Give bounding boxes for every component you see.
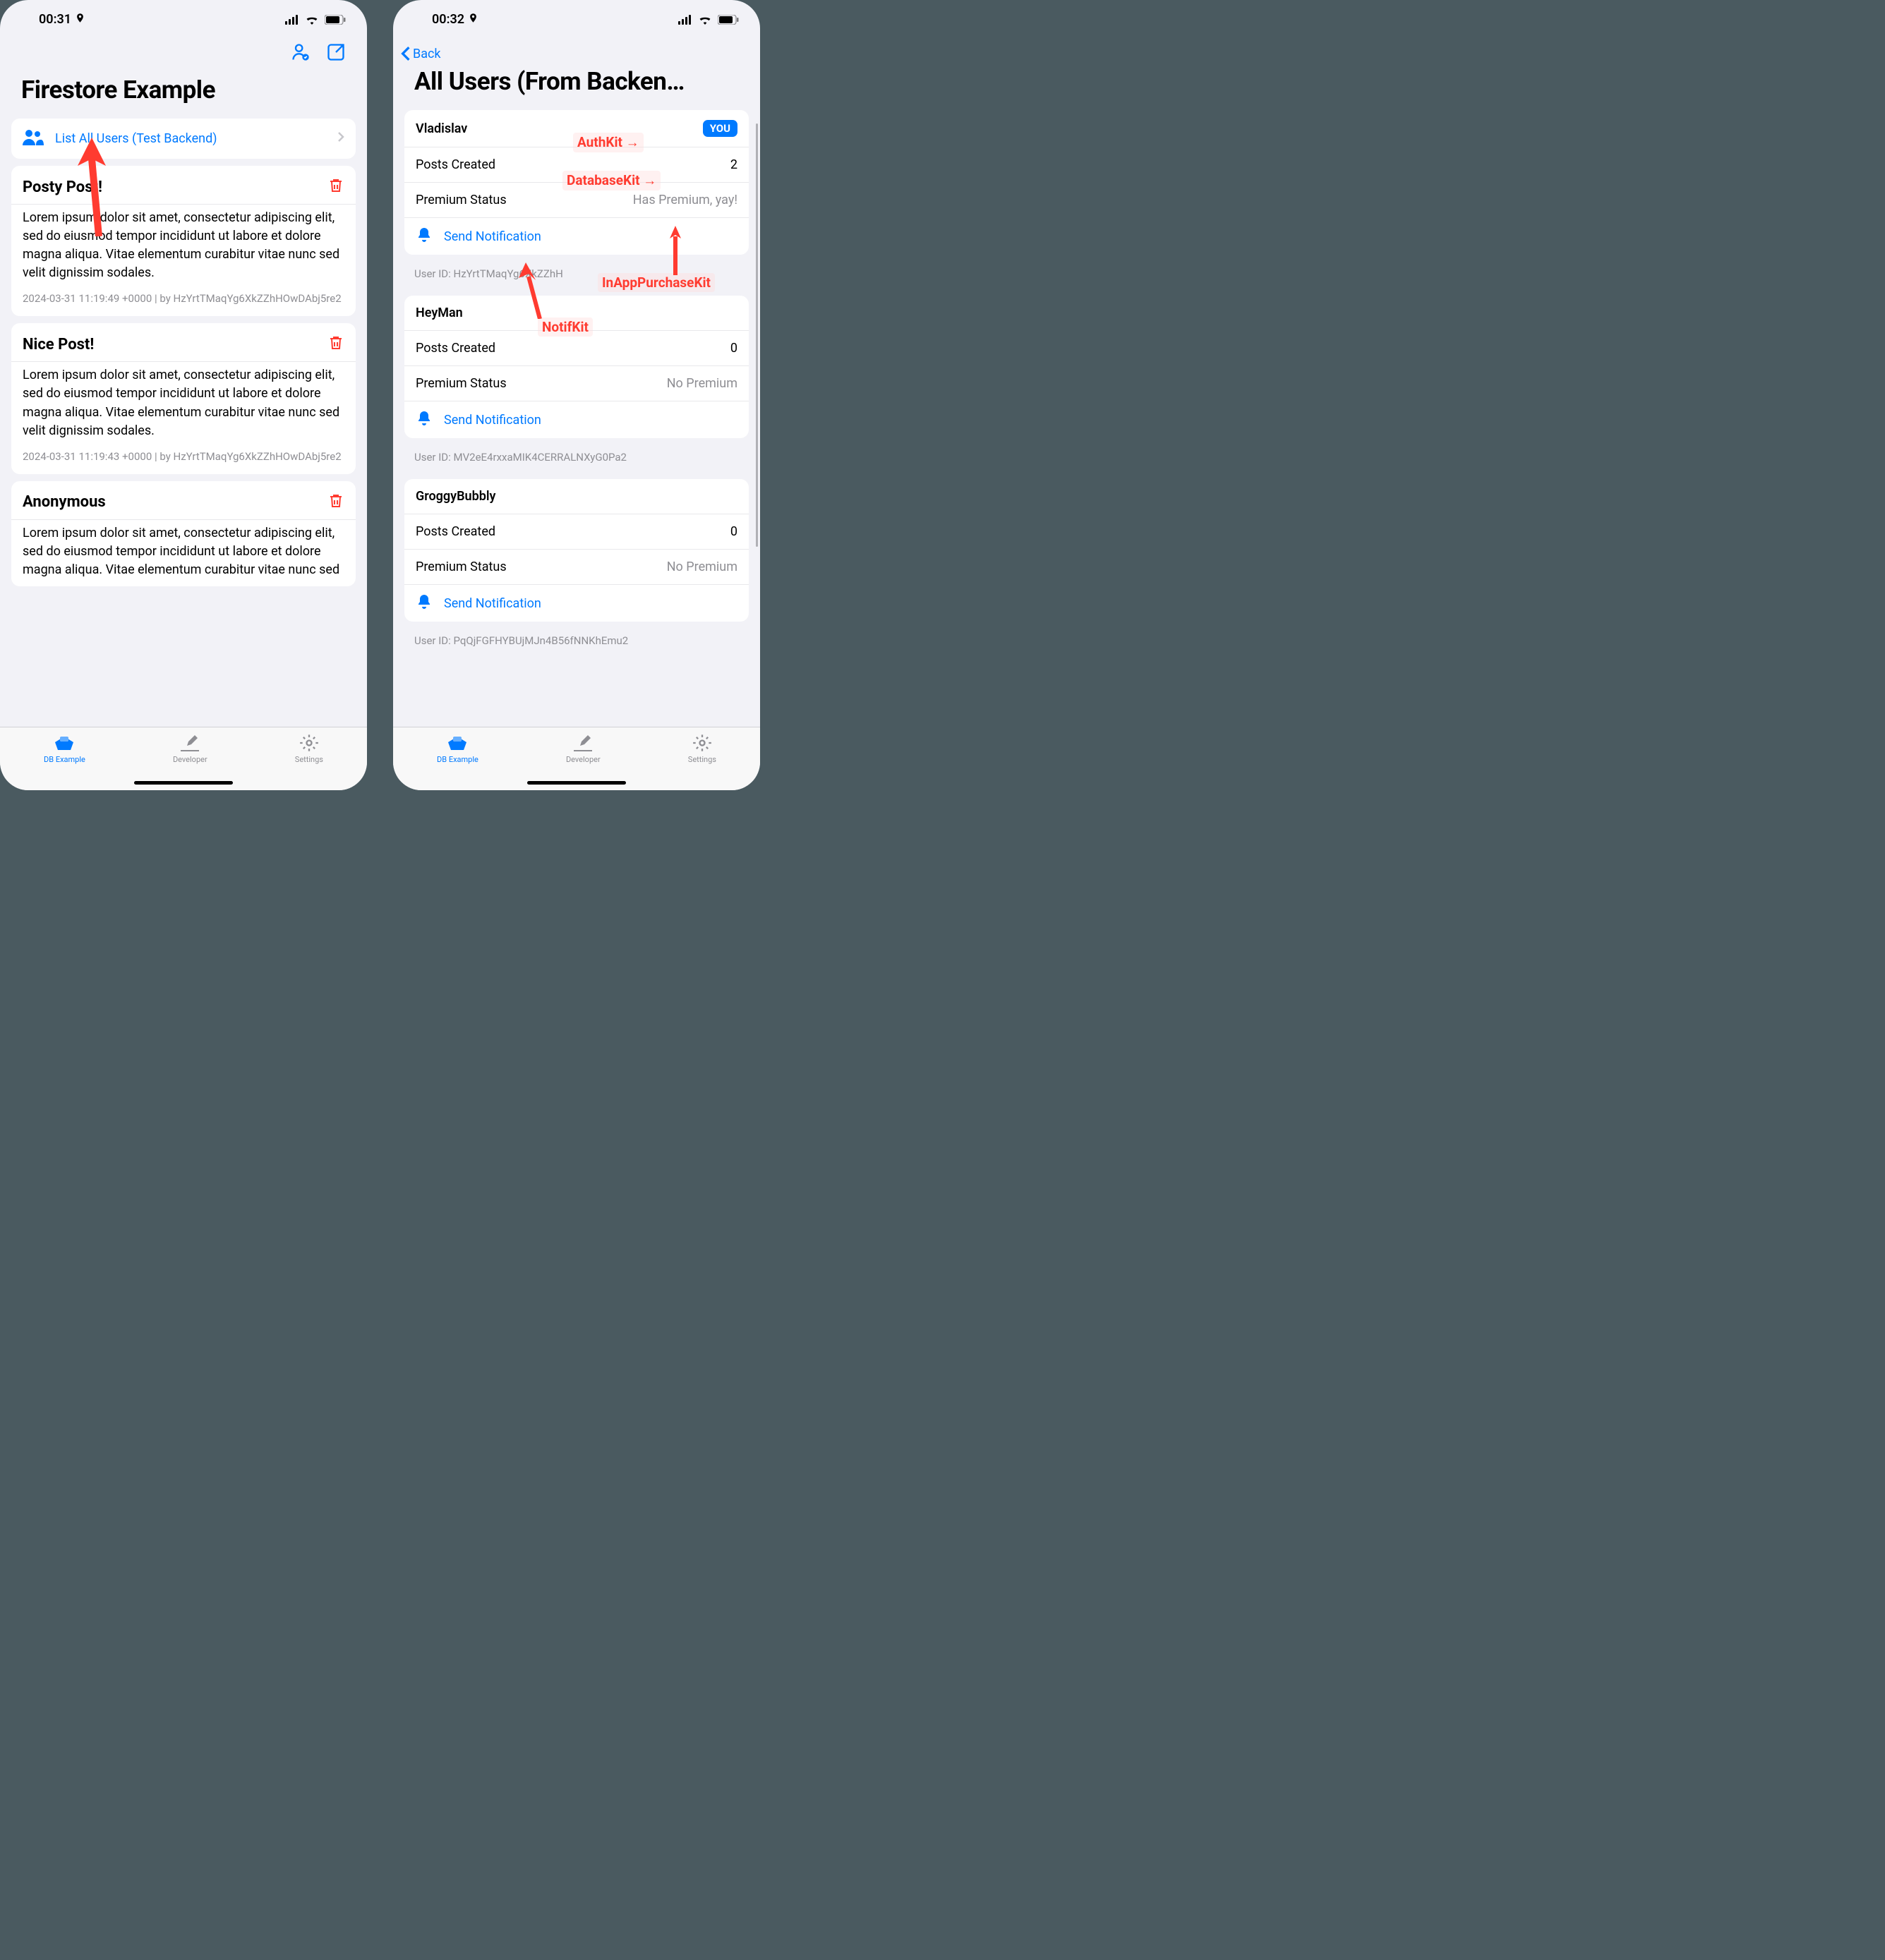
send-notification-row[interactable]: Send Notification — [404, 217, 749, 255]
status-bar: 00:32 — [393, 0, 760, 39]
send-notification-label: Send Notification — [444, 413, 541, 428]
bell-icon — [416, 593, 433, 613]
trash-icon[interactable] — [327, 492, 344, 512]
wifi-icon — [698, 15, 712, 25]
tab-db-example[interactable]: DB Example — [44, 733, 85, 790]
send-notification-row[interactable]: Send Notification — [404, 401, 749, 438]
wifi-icon — [305, 15, 319, 25]
status-time: 00:32 — [432, 12, 464, 27]
compose-icon[interactable] — [326, 42, 346, 65]
tab-label: Settings — [295, 755, 323, 764]
user-name: GroggyBubbly — [416, 489, 495, 504]
chevron-left-icon — [400, 46, 411, 61]
user-card: HeyMan Posts Created 0 Premium Status No P… — [404, 296, 749, 438]
status-time: 00:31 — [39, 12, 71, 27]
posts-created-label: Posts Created — [416, 157, 495, 172]
user-check-icon[interactable] — [291, 42, 311, 65]
cellular-icon — [678, 15, 692, 25]
post-card: Anonymous Lorem ipsum dolor sit amet, co… — [11, 481, 356, 586]
tab-db-example[interactable]: DB Example — [437, 733, 478, 790]
cellular-icon — [285, 15, 299, 25]
tab-settings[interactable]: Settings — [688, 733, 716, 790]
tab-label: Settings — [688, 755, 716, 764]
send-notification-label: Send Notification — [444, 229, 541, 244]
status-icons — [678, 15, 739, 25]
post-title: Anonymous — [23, 493, 106, 511]
posts-created-value: 2 — [730, 157, 737, 172]
status-icons — [285, 15, 346, 25]
premium-status-label: Premium Status — [416, 559, 507, 574]
user-card: Vladislav YOU Posts Created 2 Premium Stat… — [404, 110, 749, 255]
post-body: Lorem ipsum dolor sit amet, consectetur … — [11, 361, 356, 447]
location-icon — [468, 12, 478, 27]
tab-settings[interactable]: Settings — [295, 733, 323, 790]
scrollbar[interactable] — [756, 123, 758, 547]
post-meta: 2024-03-31 11:19:43 +0000 | by HzYrtTMaq… — [11, 447, 356, 474]
tab-label: DB Example — [44, 755, 85, 764]
page-title: All Users (From Backen… — [393, 61, 760, 103]
post-card: Nice Post! Lorem ipsum dolor sit amet, c… — [11, 323, 356, 473]
posts-created-label: Posts Created — [416, 341, 495, 356]
status-bar: 00:31 — [0, 0, 367, 39]
phone-right: 00:32 Back All Users (From Backen… Vladi… — [393, 0, 760, 790]
posts-created-value: 0 — [730, 524, 737, 539]
users-icon — [23, 128, 44, 149]
battery-icon — [325, 15, 346, 25]
list-users-row[interactable]: List All Users (Test Backend) — [11, 119, 356, 159]
home-indicator — [134, 781, 233, 785]
post-body: Lorem ipsum dolor sit amet, consectetur … — [11, 204, 356, 289]
back-label: Back — [413, 47, 441, 61]
posts-created-label: Posts Created — [416, 524, 495, 539]
posts-created-value: 0 — [730, 341, 737, 356]
premium-status-value: Has Premium, yay! — [633, 193, 737, 207]
chevron-right-icon — [337, 131, 344, 146]
bell-icon — [416, 410, 433, 430]
post-card: Posty Post! Lorem ipsum dolor sit amet, … — [11, 166, 356, 316]
tab-label: Developer — [173, 755, 207, 764]
user-id: User ID: PqQjFGFHYBUjMJn4B56fNNKhEmu2 — [393, 629, 760, 655]
user-card: GroggyBubbly Posts Created 0 Premium Stat… — [404, 479, 749, 622]
user-name: HeyMan — [416, 306, 463, 320]
phone-left: 00:31 Firestore Example List All Users (… — [0, 0, 367, 790]
back-button[interactable]: Back — [393, 39, 760, 61]
page-title: Firestore Example — [0, 65, 367, 111]
user-id: User ID: HzYrtTMaqYg6XkZZhH — [393, 262, 760, 289]
trash-icon[interactable] — [327, 177, 344, 197]
list-users-label: List All Users (Test Backend) — [55, 131, 326, 146]
post-title: Posty Post! — [23, 179, 102, 196]
premium-status-value: No Premium — [667, 376, 737, 391]
premium-status-label: Premium Status — [416, 193, 507, 207]
user-name: Vladislav — [416, 121, 467, 136]
send-notification-row[interactable]: Send Notification — [404, 584, 749, 622]
tab-label: Developer — [566, 755, 601, 764]
post-body: Lorem ipsum dolor sit amet, consectetur … — [11, 519, 356, 586]
bell-icon — [416, 226, 433, 246]
post-meta: 2024-03-31 11:19:49 +0000 | by HzYrtTMaq… — [11, 289, 356, 316]
user-id: User ID: MV2eE4rxxaMIK4CERRALNXyG0Pa2 — [393, 445, 760, 472]
location-icon — [75, 12, 85, 27]
premium-status-value: No Premium — [667, 559, 737, 574]
premium-status-label: Premium Status — [416, 376, 507, 391]
tab-label: DB Example — [437, 755, 478, 764]
trash-icon[interactable] — [327, 334, 344, 354]
battery-icon — [718, 15, 739, 25]
home-indicator — [527, 781, 626, 785]
send-notification-label: Send Notification — [444, 596, 541, 611]
you-badge: YOU — [703, 120, 737, 137]
post-title: Nice Post! — [23, 336, 94, 353]
